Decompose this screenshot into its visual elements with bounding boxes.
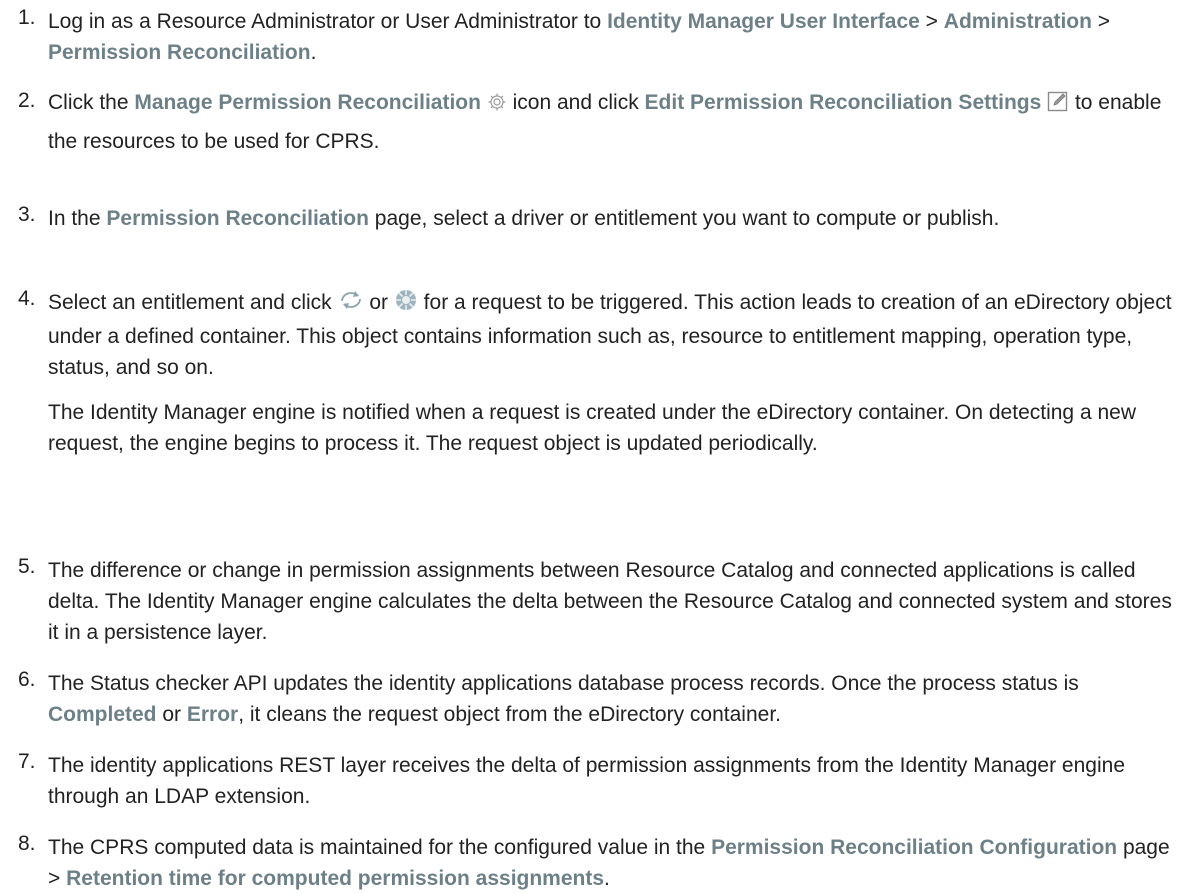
ui-term-completed: Completed xyxy=(48,703,157,726)
step-number: 4. xyxy=(18,287,36,310)
ui-term-identity-manager-user-interface: Identity Manager User Interface xyxy=(607,10,920,33)
step-number: 6. xyxy=(18,668,36,691)
publish-icon xyxy=(394,288,418,321)
step-text: The difference or change in permission a… xyxy=(48,559,1172,644)
step-text: In the Permission Reconciliation page, s… xyxy=(48,207,1000,230)
edit-icon xyxy=(1047,88,1069,124)
step-text: Log in as a Resource Administrator or Us… xyxy=(48,10,1111,64)
gear-icon xyxy=(487,88,507,124)
ui-term-manage-permission-reconciliation: Manage Permission Reconciliation xyxy=(134,91,481,114)
ui-term-retention-time: Retention time for computed permission a… xyxy=(66,867,605,890)
step-number: 2. xyxy=(18,89,36,112)
step-number: 1. xyxy=(18,6,36,29)
compute-icon xyxy=(338,288,364,321)
ui-term-permission-reconciliation-configuration: Permission Reconciliation Configuration xyxy=(711,836,1118,859)
step-number: 8. xyxy=(18,832,36,855)
ui-term-administration: Administration xyxy=(943,10,1092,33)
ui-term-error: Error xyxy=(186,703,239,726)
step-number: 5. xyxy=(18,555,36,578)
step-followup: The Identity Manager engine is notified … xyxy=(48,401,1136,455)
ui-term-edit-permission-reconciliation-settings: Edit Permission Reconciliation Settings xyxy=(644,91,1042,114)
ui-term-permission-reconciliation: Permission Reconciliation xyxy=(48,41,311,64)
step-text: The CPRS computed data is maintained for… xyxy=(48,836,1170,890)
step-text: Click the Manage Permission Reconciliati… xyxy=(48,85,1178,160)
step-text: The Status checker API updates the ident… xyxy=(48,672,1079,726)
step-number: 3. xyxy=(18,203,36,226)
ui-term-permission-reconciliation: Permission Reconciliation xyxy=(106,207,369,230)
step-number: 7. xyxy=(18,750,36,773)
step-text: Select an entitlement and click or for a… xyxy=(48,287,1178,459)
step-text: The identity applications REST layer rec… xyxy=(48,754,1125,808)
